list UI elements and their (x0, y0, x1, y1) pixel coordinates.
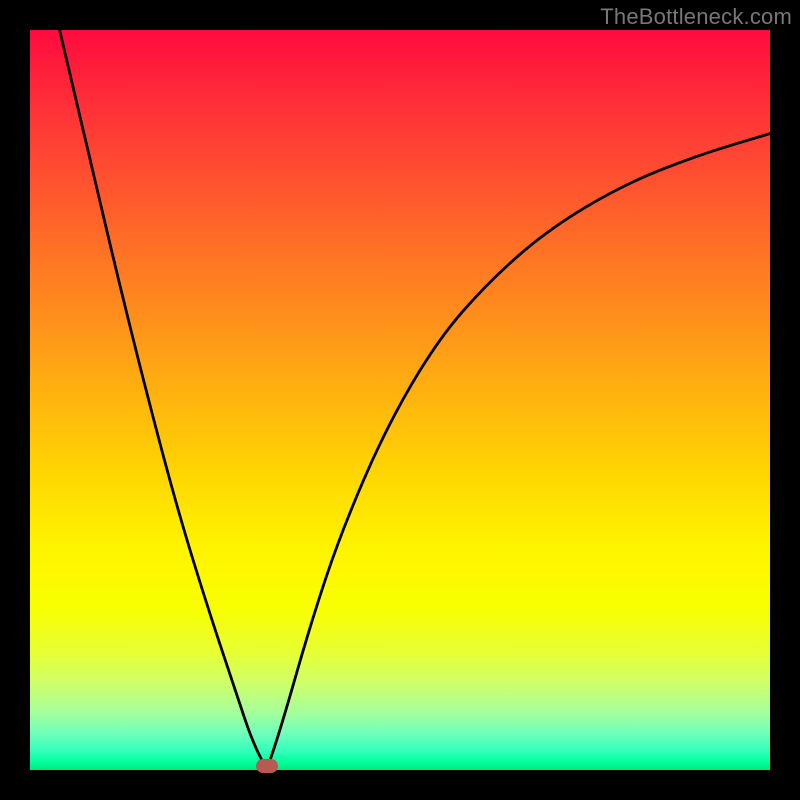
watermark-text: TheBottleneck.com (600, 4, 792, 30)
minimum-marker (256, 759, 278, 773)
curve-svg (30, 30, 770, 770)
bottleneck-curve (60, 30, 770, 770)
chart-container: TheBottleneck.com (0, 0, 800, 800)
